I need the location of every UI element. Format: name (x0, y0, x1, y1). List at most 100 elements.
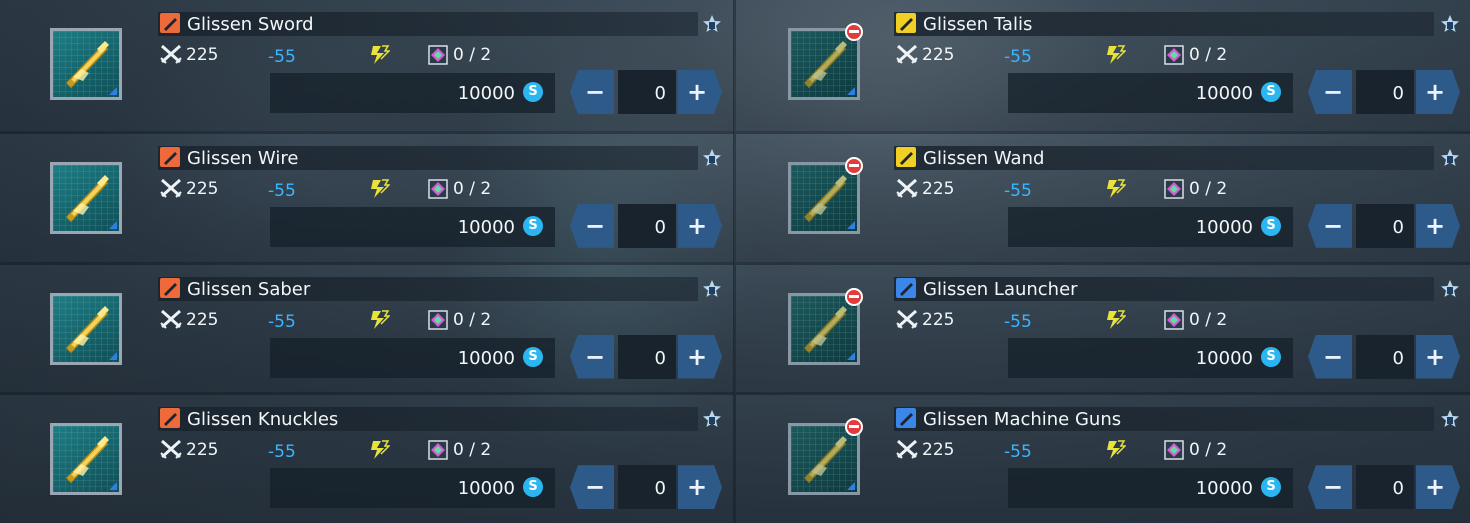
attack-value: 225 (186, 440, 219, 461)
favorite-star-icon[interactable] (1440, 148, 1460, 168)
weapon-name-bar: Glissen Sword (158, 12, 698, 36)
favorite-star-icon[interactable] (702, 14, 722, 34)
weapon-thumbnail[interactable] (50, 28, 122, 100)
attack-modifier: -55 (1004, 47, 1032, 67)
increase-quantity-button[interactable]: + (678, 70, 722, 114)
weapon-thumbnail[interactable] (50, 423, 122, 496)
quantity-stepper[interactable]: − 0 + (570, 203, 722, 248)
price-box: 10000 S (1008, 73, 1293, 113)
decrease-quantity-button[interactable]: − (1308, 334, 1352, 379)
quantity-stepper[interactable]: − 0 + (570, 70, 722, 114)
weapon-row[interactable]: Glissen Wand 225 -55 0 / 2 10000 S − 0 + (736, 130, 1470, 262)
increase-quantity-button[interactable]: + (1416, 334, 1460, 379)
price-value: 10000 (1195, 83, 1253, 104)
decrease-quantity-button[interactable]: − (1308, 465, 1352, 510)
quantity-value[interactable]: 0 (1356, 70, 1414, 114)
favorite-star-icon[interactable] (702, 279, 722, 299)
quantity-value[interactable]: 0 (618, 465, 676, 510)
attack-value: 225 (186, 45, 219, 65)
weapon-thumbnail[interactable] (788, 23, 863, 100)
quantity-stepper[interactable]: − 0 + (570, 334, 722, 379)
increase-quantity-button[interactable]: + (678, 203, 722, 248)
currency-coin-icon: S (1261, 82, 1281, 102)
slot-count: 0 / 2 (453, 440, 492, 461)
increase-quantity-button[interactable]: + (1416, 203, 1460, 248)
augment-slot-icon (428, 45, 448, 65)
weapon-row[interactable]: Glissen Wire 225 -55 0 / 2 10000 S − 0 + (0, 130, 734, 262)
decrease-quantity-button[interactable]: − (570, 203, 614, 248)
quantity-value[interactable]: 0 (1356, 465, 1414, 510)
decrease-quantity-button[interactable]: − (570, 70, 614, 114)
decrease-quantity-button[interactable]: − (570, 465, 614, 510)
slot-count: 0 / 2 (1189, 178, 1228, 199)
attack-value: 225 (186, 178, 219, 199)
weapon-thumbnail[interactable] (50, 292, 122, 365)
quantity-value[interactable]: 0 (1356, 203, 1414, 248)
quantity-stepper[interactable]: − 0 + (1308, 70, 1460, 114)
quantity-stepper[interactable]: − 0 + (1308, 334, 1460, 379)
weapon-row[interactable]: Glissen Machine Guns 225 -55 0 / 2 10000… (736, 392, 1470, 523)
attack-modifier: -55 (268, 47, 296, 67)
weapon-name-bar: Glissen Wire (158, 145, 698, 170)
favorite-star-icon[interactable] (702, 148, 722, 168)
weapon-list-left: Glissen Sword 225 -55 0 / 2 10000 S − 0 … (0, 0, 734, 523)
weapon-thumbnail[interactable] (788, 156, 863, 234)
attack-value: 225 (922, 440, 955, 461)
thumbnail-corner-marker (847, 482, 855, 491)
weapon-thumbnail[interactable] (788, 287, 863, 365)
increase-quantity-button[interactable]: + (678, 334, 722, 379)
decrease-quantity-button[interactable]: − (1308, 70, 1352, 114)
weapon-name: Glissen Talis (923, 14, 1033, 35)
quantity-stepper[interactable]: − 0 + (1308, 203, 1460, 248)
favorite-star-icon[interactable] (1440, 409, 1460, 429)
decrease-quantity-button[interactable]: − (1308, 203, 1352, 248)
lightning-element-icon (1107, 440, 1126, 460)
weapon-row[interactable]: Glissen Sword 225 -55 0 / 2 10000 S − 0 … (0, 0, 734, 131)
quantity-stepper[interactable]: − 0 + (570, 465, 722, 510)
increase-quantity-button[interactable]: + (678, 465, 722, 510)
weapon-row[interactable]: Glissen Launcher 225 -55 0 / 2 10000 S −… (736, 261, 1470, 393)
weapon-name: Glissen Machine Guns (923, 409, 1122, 431)
weapon-stats: 225 -55 0 / 2 (894, 309, 1314, 332)
augment-slot-icon (428, 309, 448, 330)
favorite-star-icon[interactable] (1440, 279, 1460, 299)
decrease-quantity-button[interactable]: − (570, 334, 614, 379)
quantity-value[interactable]: 0 (618, 70, 676, 114)
currency-coin-icon: S (523, 215, 543, 236)
quantity-value[interactable]: 0 (618, 334, 676, 379)
restricted-icon (845, 287, 863, 306)
weapon-row[interactable]: Glissen Talis 225 -55 0 / 2 10000 S − 0 … (736, 0, 1470, 131)
weapon-name-bar: Glissen Knuckles (158, 407, 698, 432)
lightning-element-icon (1107, 45, 1126, 64)
weapon-name: Glissen Saber (187, 278, 311, 300)
weapon-name: Glissen Knuckles (187, 409, 339, 431)
weapon-row[interactable]: Glissen Saber 225 -55 0 / 2 10000 S − 0 … (0, 261, 734, 393)
attack-modifier: -55 (1004, 442, 1032, 463)
favorite-star-icon[interactable] (702, 409, 722, 429)
weapon-thumbnail[interactable] (50, 161, 122, 234)
thumbnail-corner-marker (109, 87, 117, 95)
crossed-swords-icon (160, 178, 182, 198)
weapon-stats: 225 -55 0 / 2 (894, 439, 1314, 463)
quantity-value[interactable]: 0 (1356, 334, 1414, 379)
weapon-stats: 225 -55 0 / 2 (158, 178, 578, 201)
weapon-name: Glissen Sword (187, 14, 314, 35)
thumbnail-corner-marker (847, 351, 855, 360)
weapon-row[interactable]: Glissen Knuckles 225 -55 0 / 2 10000 S −… (0, 392, 734, 523)
price-box: 10000 S (270, 337, 555, 378)
increase-quantity-button[interactable]: + (1416, 70, 1460, 114)
favorite-star-icon[interactable] (1440, 14, 1460, 34)
attack-value: 225 (922, 178, 955, 199)
crossed-swords-icon (896, 44, 918, 64)
weapon-thumbnail[interactable] (788, 418, 863, 496)
wand-icon (896, 146, 916, 167)
slot-count: 0 / 2 (453, 178, 492, 199)
knuckles-icon (160, 408, 180, 429)
increase-quantity-button[interactable]: + (1416, 465, 1460, 510)
thumbnail-corner-marker (109, 351, 117, 360)
quantity-value[interactable]: 0 (618, 203, 676, 248)
currency-coin-icon: S (1261, 346, 1281, 367)
attack-value: 225 (922, 309, 955, 330)
thumbnail-corner-marker (109, 220, 117, 229)
quantity-stepper[interactable]: − 0 + (1308, 465, 1460, 510)
